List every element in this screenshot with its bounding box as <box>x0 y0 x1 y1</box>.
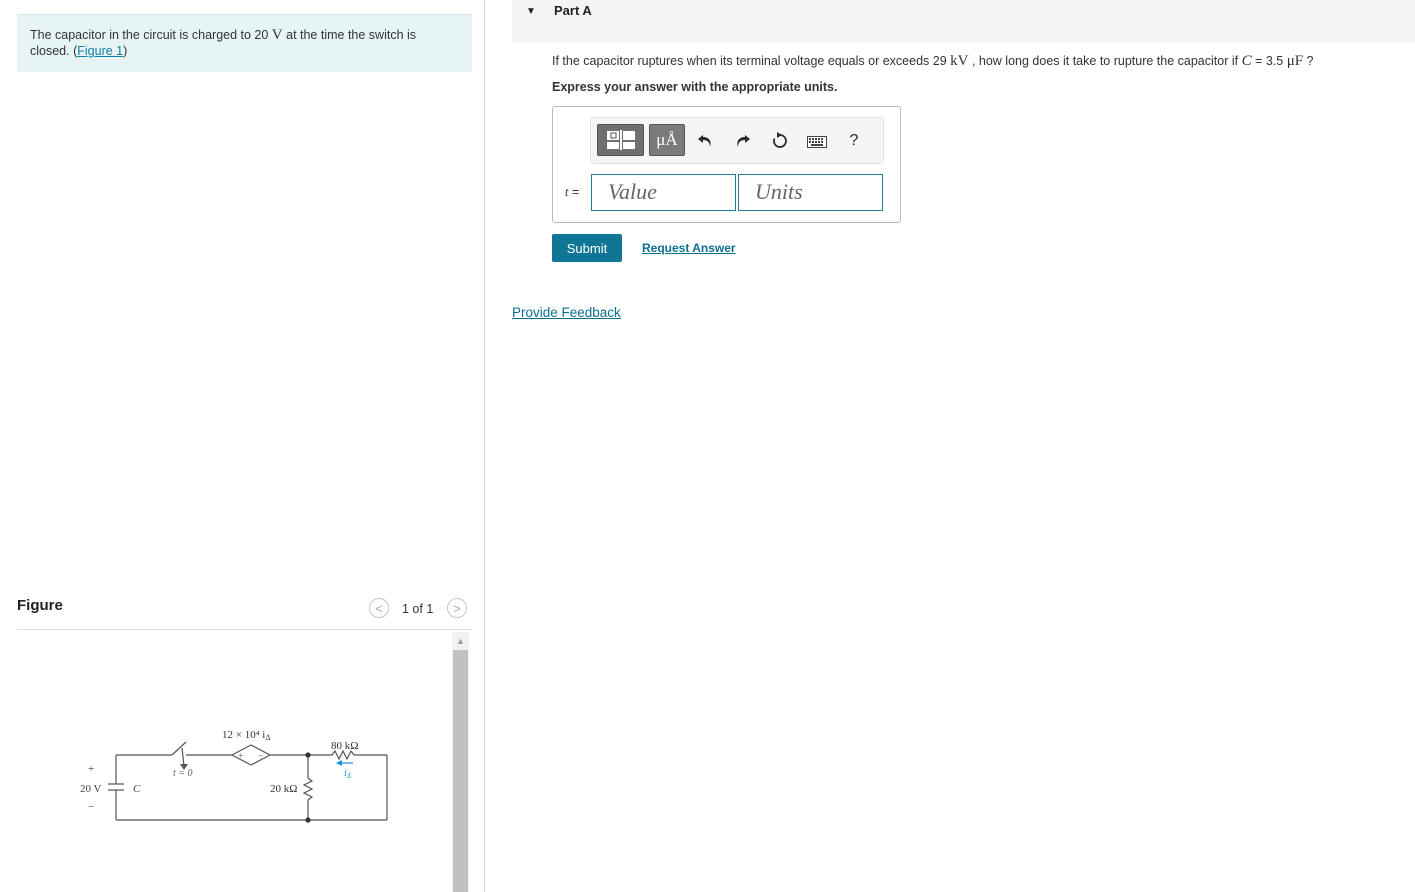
templates-button[interactable] <box>597 124 644 156</box>
source-minus: − <box>88 801 94 813</box>
instruction-text: Express your answer with the appropriate… <box>552 80 838 94</box>
reset-icon[interactable] <box>769 130 791 152</box>
r2-label: 20 kΩ <box>270 783 297 795</box>
intro-text-suffix: ) <box>123 44 128 58</box>
current-arrowhead <box>336 760 342 766</box>
keyboard-icon[interactable] <box>806 131 828 153</box>
units-button[interactable]: μÅ <box>649 124 685 156</box>
request-answer-link[interactable]: Request Answer <box>642 241 736 255</box>
intro-unit: V <box>271 27 283 43</box>
circuit-diagram: + − 20 V C t = 0 12 × 10⁴ iΔ + − 80 kΩ 2… <box>80 729 388 823</box>
templates-icon <box>606 130 635 150</box>
figure-pager: 1 of 1 <box>402 602 434 616</box>
q-unit-kv: kV <box>950 53 969 69</box>
q-var-c: C <box>1241 53 1252 69</box>
part-title[interactable]: Part A <box>554 3 592 18</box>
cap-label: C <box>133 783 141 795</box>
submit-button[interactable]: Submit <box>552 234 622 262</box>
panel-divider <box>484 0 485 892</box>
figure-divider <box>17 629 472 630</box>
node-bottom <box>305 817 311 823</box>
value-input[interactable]: Value <box>591 174 736 211</box>
figure-title: Figure <box>17 597 63 614</box>
node-top <box>305 752 311 758</box>
problem-intro: The capacitor in the circuit is charged … <box>17 14 472 72</box>
switch-label: t = 0 <box>173 768 193 779</box>
source-plus: + <box>88 763 94 775</box>
q-unit-uf: μF <box>1286 53 1304 69</box>
figure-link[interactable]: Figure 1 <box>77 44 123 58</box>
dep-plus: + <box>238 751 244 762</box>
prev-figure-button[interactable]: < <box>369 598 389 618</box>
switch-arrow <box>181 747 185 767</box>
source-label: 20 V <box>80 783 102 795</box>
units-input[interactable]: Units <box>738 174 883 211</box>
redo-icon[interactable] <box>732 130 754 152</box>
answer-variable-label: t = <box>565 185 580 199</box>
chevron-left-icon: < <box>375 600 383 616</box>
switch-blade <box>171 741 187 756</box>
next-figure-button[interactable]: > <box>447 598 467 618</box>
resistor-80k <box>331 749 355 761</box>
scrollbar-thumb[interactable] <box>453 650 468 892</box>
dep-minus: − <box>258 751 264 762</box>
current-label: iΔ <box>344 768 351 780</box>
help-icon[interactable]: ? <box>843 130 865 152</box>
question-text: If the capacitor ruptures when its termi… <box>552 53 1314 69</box>
intro-text: The capacitor in the circuit is charged … <box>30 28 272 42</box>
chevron-right-icon: > <box>453 600 461 616</box>
resistor-20k <box>302 777 314 801</box>
scroll-up-icon[interactable]: ▲ <box>452 632 469 649</box>
dep-source-label: 12 × 10⁴ iΔ <box>222 729 271 742</box>
provide-feedback-link[interactable]: Provide Feedback <box>512 305 621 320</box>
units-icon: μÅ <box>656 130 678 149</box>
part-header[interactable] <box>512 0 1415 43</box>
caret-down-icon[interactable]: ▼ <box>526 6 536 17</box>
r1-label: 80 kΩ <box>331 740 358 752</box>
undo-icon[interactable] <box>694 130 716 152</box>
